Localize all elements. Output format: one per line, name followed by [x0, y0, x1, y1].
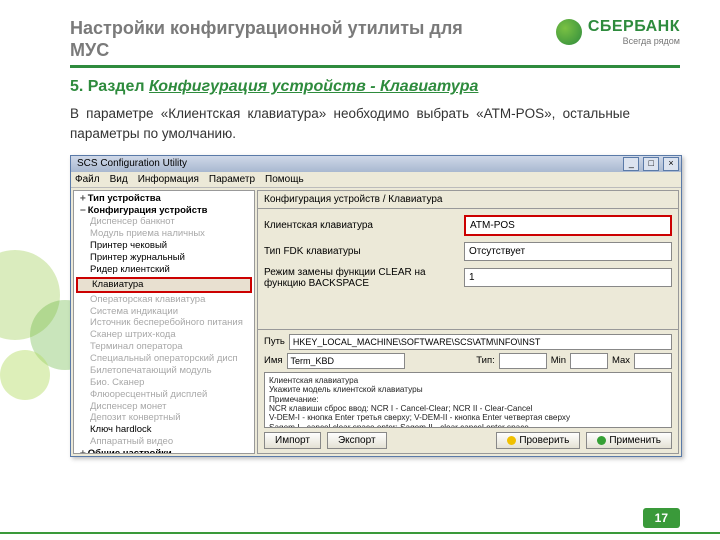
page-title: Настройки конфигурационной утилиты для М… — [70, 18, 490, 61]
import-button[interactable]: Импорт — [264, 432, 321, 449]
param-label: Клиентская клавиатура — [264, 220, 464, 231]
footer-stripe — [0, 532, 720, 534]
instruction-text: В параметре «Клиентская клавиатура» необ… — [70, 104, 630, 145]
menubar: Файл Вид Информация Параметр Помощь — [71, 172, 681, 188]
logo: СБЕРБАНК Всегда рядом — [556, 18, 680, 46]
bottom-panel: Путь HKEY_LOCAL_MACHINE\SOFTWARE\SCS\ATM… — [257, 330, 679, 454]
menu-view[interactable]: Вид — [110, 174, 128, 185]
params-panel: Клиентская клавиатура ATM-POS Тип FDK кл… — [257, 209, 679, 330]
description-box: Клиентская клавиатураУкажите модель клие… — [264, 372, 672, 428]
tree-item[interactable]: Сканер штрих-кода — [74, 329, 254, 341]
maximize-button[interactable]: □ — [643, 157, 659, 171]
tree-item[interactable]: Операторская клавиатура — [74, 294, 254, 306]
tree-item[interactable]: Источник бесперебойного питания — [74, 317, 254, 329]
param-row: Режим замены функции CLEAR на функцию BA… — [264, 267, 672, 289]
type-label: Тип: — [476, 355, 494, 366]
min-label: Min — [551, 355, 566, 366]
path-field[interactable]: HKEY_LOCAL_MACHINE\SOFTWARE\SCS\ATM\INFO… — [289, 334, 672, 350]
check-button[interactable]: Проверить — [496, 432, 580, 449]
logo-text: СБЕРБАНК — [588, 18, 680, 36]
apply-button[interactable]: Применить — [586, 432, 672, 449]
tree-item-selected-keyboard[interactable]: Клавиатура — [76, 277, 252, 293]
section-number: 5. Раздел — [70, 78, 145, 95]
tree-item[interactable]: Аппаратный видео — [74, 436, 254, 448]
menu-param[interactable]: Параметр — [209, 174, 255, 185]
titlebar: SCS Configuration Utility _ □ × — [71, 156, 681, 172]
max-field[interactable] — [634, 353, 672, 369]
tree-item[interactable]: Модуль приема наличных — [74, 228, 254, 240]
tree-root-device-type[interactable]: +Тип устройства — [74, 193, 254, 205]
tree-item[interactable]: Диспенсер монет — [74, 401, 254, 413]
section-title: 5. Раздел Конфигурация устройств - Клави… — [70, 78, 680, 96]
menu-file[interactable]: Файл — [75, 174, 100, 185]
param-label: Тип FDK клавиатуры — [264, 246, 464, 257]
export-button[interactable]: Экспорт — [327, 432, 387, 449]
check-icon — [597, 436, 606, 445]
path-label: Путь — [264, 336, 285, 347]
minimize-button[interactable]: _ — [623, 157, 639, 171]
app-window: SCS Configuration Utility _ □ × Файл Вид… — [70, 155, 682, 457]
tree-item[interactable]: Специальный операторский дисп — [74, 353, 254, 365]
param-value-fdk-type[interactable]: Отсутствует — [464, 242, 672, 261]
tree-root-general[interactable]: +Общие настройки — [74, 448, 254, 454]
param-row: Тип FDK клавиатуры Отсутствует — [264, 242, 672, 261]
tree-root-device-config[interactable]: −Конфигурация устройств — [74, 205, 254, 217]
warning-icon — [507, 436, 516, 445]
close-button[interactable]: × — [663, 157, 679, 171]
breadcrumb: Конфигурация устройств / Клавиатура — [257, 190, 679, 209]
name-label: Имя — [264, 355, 283, 366]
param-value-client-keyboard[interactable]: ATM-POS — [464, 215, 672, 236]
min-field[interactable] — [570, 353, 608, 369]
logo-icon — [556, 19, 582, 45]
tree-item[interactable]: Принтер чековый — [74, 240, 254, 252]
content-pane: Конфигурация устройств / Клавиатура Клие… — [257, 190, 679, 454]
max-label: Max — [612, 355, 630, 366]
section-subtitle: Конфигурация устройств - Клавиатура — [149, 78, 478, 95]
tree-item[interactable]: Билетопечатающий модуль — [74, 365, 254, 377]
name-field[interactable]: Term_KBD — [287, 353, 405, 369]
tree-item[interactable]: Депозит конвертный — [74, 412, 254, 424]
tree-item[interactable]: Терминал оператора — [74, 341, 254, 353]
window-title: SCS Configuration Utility — [73, 158, 187, 169]
logo-subtitle: Всегда рядом — [588, 36, 680, 46]
type-field[interactable] — [499, 353, 547, 369]
tree-item[interactable]: Система индикации — [74, 306, 254, 318]
page-number: 17 — [643, 508, 680, 528]
menu-info[interactable]: Информация — [138, 174, 199, 185]
param-row: Клиентская клавиатура ATM-POS — [264, 215, 672, 236]
menu-help[interactable]: Помощь — [265, 174, 304, 185]
slide-header: Настройки конфигурационной утилиты для М… — [70, 18, 680, 68]
window-buttons: _ □ × — [622, 157, 679, 171]
tree-item[interactable]: Ридер клиентский — [74, 264, 254, 276]
nav-tree[interactable]: +Тип устройства −Конфигурация устройств … — [73, 190, 255, 454]
tree-item[interactable]: Ключ hardlock — [74, 424, 254, 436]
tree-item[interactable]: Диспенсер банкнот — [74, 216, 254, 228]
tree-item[interactable]: Био. Сканер — [74, 377, 254, 389]
param-value-clear-mode[interactable]: 1 — [464, 268, 672, 287]
tree-item[interactable]: Флюоресцентный дисплей — [74, 389, 254, 401]
param-label: Режим замены функции CLEAR на функцию BA… — [264, 267, 464, 289]
tree-item[interactable]: Принтер журнальный — [74, 252, 254, 264]
